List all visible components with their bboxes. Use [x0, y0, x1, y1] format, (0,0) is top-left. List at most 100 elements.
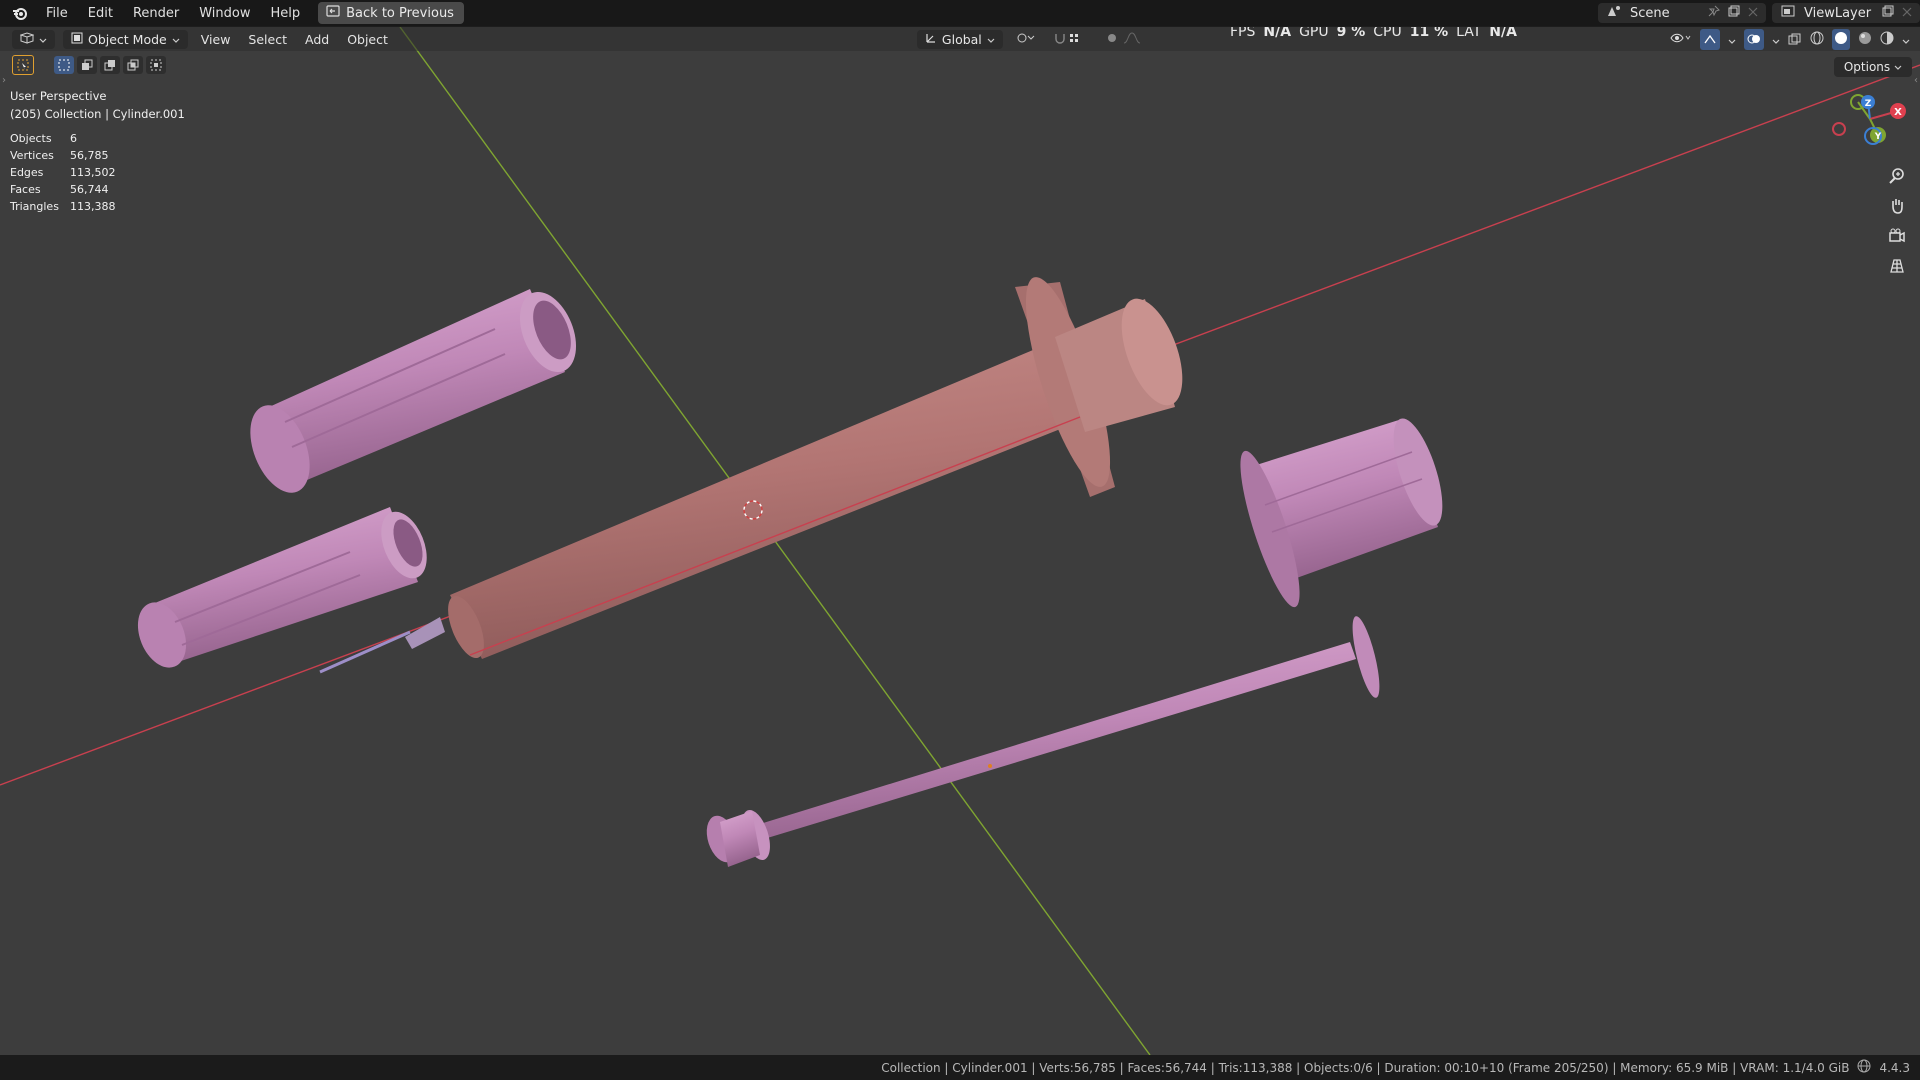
extend-selection-icon[interactable] — [77, 56, 97, 74]
pan-hand-icon[interactable] — [1884, 193, 1910, 219]
network-icon — [1857, 1059, 1871, 1076]
status-text: Collection | Cylinder.001 | Verts:56,785… — [881, 1060, 1850, 1075]
view-layer-name: ViewLayer — [1804, 5, 1872, 21]
lat-label: LAT — [1456, 27, 1482, 40]
options-label: Options — [1843, 60, 1891, 74]
chevron-down-icon[interactable] — [1728, 30, 1736, 49]
select-box-tool-icon[interactable] — [12, 55, 34, 75]
cpu-value: 11 % — [1409, 27, 1449, 40]
3d-viewport[interactable]: Object Mode View Select Add Object Globa… — [0, 27, 1920, 1055]
orientation-label: Global — [941, 31, 982, 47]
viewport-header: Object Mode View Select Add Object Globa… — [0, 27, 1920, 51]
gizmo-toggle-icon[interactable] — [1700, 28, 1720, 50]
needle-cap-large[interactable] — [239, 284, 587, 502]
pivot-point-icon[interactable] — [1007, 30, 1045, 49]
subtract-selection-icon[interactable] — [100, 56, 120, 74]
new-scene-icon[interactable] — [1728, 5, 1740, 21]
chevron-down-icon — [39, 32, 47, 47]
options-dropdown[interactable]: Options — [1833, 57, 1912, 77]
performance-stats: FPS N/A GPU 9 % CPU 11 % LAT N/A — [1230, 27, 1517, 40]
lat-value: N/A — [1489, 27, 1517, 40]
stat-row: Vertices 56,785 — [10, 149, 109, 162]
viewport-display-controls — [1670, 28, 1910, 50]
3d-view-icon — [19, 31, 35, 47]
delete-scene-icon[interactable] — [1748, 6, 1758, 21]
needle-cap-small[interactable] — [129, 505, 436, 675]
stat-row: Edges 113,502 — [10, 166, 116, 179]
view-layer-selector[interactable]: ViewLayer — [1772, 3, 1920, 23]
viewport-info: User Perspective (205) Collection | Cyli… — [10, 87, 185, 123]
pin-icon[interactable] — [1708, 5, 1720, 21]
editor-type-selector[interactable] — [12, 29, 55, 49]
orientation-icon — [925, 32, 937, 47]
back-icon — [326, 5, 340, 21]
proportional-editing-icon[interactable] — [1097, 30, 1155, 49]
menu-add[interactable]: Add — [296, 30, 338, 49]
scene-icon — [1606, 4, 1622, 22]
view-layer-icon — [1780, 4, 1796, 22]
scene-statistics: Objects 6 Vertices 56,785 Edges 113,502 Fac… — [10, 132, 116, 217]
chevron-down-icon[interactable] — [1772, 30, 1780, 49]
stat-row: Faces 56,744 — [10, 183, 109, 196]
sidebar-toggle-icon[interactable]: ‹ — [1914, 75, 1918, 86]
invert-selection-icon[interactable] — [123, 56, 143, 74]
xray-toggle-icon[interactable] — [1788, 30, 1802, 49]
wireframe-shading-icon[interactable] — [1810, 30, 1824, 49]
blender-logo-icon[interactable] — [10, 3, 30, 23]
menu-view[interactable]: View — [192, 30, 240, 49]
toolbar-toggle-icon[interactable]: › — [2, 75, 6, 86]
scene-selector[interactable]: Scene — [1598, 3, 1766, 23]
viewport-scene — [0, 27, 1920, 1055]
chevron-down-icon — [1894, 60, 1902, 74]
transform-orientation-selector[interactable]: Global — [916, 29, 1003, 49]
back-to-previous-button[interactable]: Back to Previous — [318, 2, 464, 24]
zoom-icon[interactable] — [1884, 163, 1910, 189]
new-view-layer-icon[interactable] — [1882, 5, 1894, 21]
status-bar: Collection | Cylinder.001 | Verts:56,785… — [0, 1055, 1920, 1080]
material-shading-icon[interactable] — [1858, 30, 1872, 49]
gizmo-y-label: Y — [1874, 132, 1882, 142]
gizmo-x-label: X — [1894, 107, 1902, 118]
snap-icon[interactable] — [1045, 30, 1097, 49]
chevron-down-icon[interactable] — [1902, 30, 1910, 49]
gizmo-z-label: Z — [1865, 99, 1872, 109]
gpu-value: 9 % — [1336, 27, 1366, 40]
fps-value: N/A — [1263, 27, 1292, 40]
object-mode-icon — [71, 32, 83, 47]
scene-name: Scene — [1630, 5, 1670, 21]
chevron-down-icon — [172, 32, 180, 47]
tool-row — [12, 55, 166, 75]
solid-shading-icon[interactable] — [1832, 28, 1850, 50]
perspective-toggle-icon[interactable] — [1884, 253, 1910, 279]
mode-label: Object Mode — [88, 31, 167, 47]
overlays-toggle-icon[interactable] — [1744, 28, 1764, 50]
camera-view-icon[interactable] — [1884, 223, 1910, 249]
chevron-down-icon — [987, 32, 995, 47]
top-menu-bar: File Edit Render Window Help Back to Pre… — [0, 0, 1920, 26]
menu-select[interactable]: Select — [239, 30, 296, 49]
cpu-label: CPU — [1373, 27, 1402, 40]
back-to-previous-label: Back to Previous — [346, 5, 454, 21]
menu-render[interactable]: Render — [123, 3, 189, 24]
rendered-shading-icon[interactable] — [1880, 30, 1894, 49]
navigation-gizmo[interactable]: X Z Y — [1830, 87, 1910, 157]
gpu-label: GPU — [1299, 27, 1329, 40]
delete-view-layer-icon[interactable] — [1902, 6, 1912, 21]
visibility-icon[interactable] — [1670, 30, 1692, 49]
menu-window[interactable]: Window — [189, 3, 260, 24]
intersect-selection-icon[interactable] — [146, 56, 166, 74]
menu-file[interactable]: File — [36, 3, 78, 24]
top-right-controls: Scene ViewLayer — [1598, 0, 1920, 26]
stat-row: Objects 6 — [10, 132, 77, 145]
cylinder-part[interactable] — [1229, 413, 1452, 612]
version-label: 4.4.3 — [1879, 1060, 1910, 1075]
menu-object[interactable]: Object — [338, 30, 397, 49]
context-label: (205) Collection | Cylinder.001 — [10, 107, 185, 121]
menu-help[interactable]: Help — [261, 3, 311, 24]
new-selection-icon[interactable] — [54, 56, 74, 74]
fps-label: FPS — [1230, 27, 1256, 40]
plunger-part[interactable] — [701, 614, 1385, 867]
menu-edit[interactable]: Edit — [78, 3, 123, 24]
stat-row: Triangles 113,388 — [10, 200, 116, 213]
mode-selector[interactable]: Object Mode — [63, 29, 188, 49]
